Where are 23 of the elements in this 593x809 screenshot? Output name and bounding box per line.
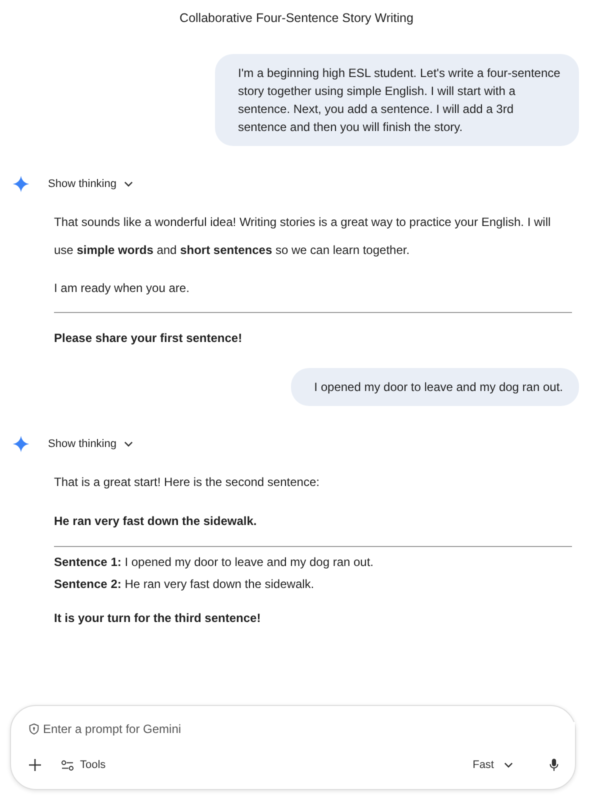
response-paragraph: That is a great start! Here is the second sentence: — [54, 474, 320, 491]
shield-icon — [29, 723, 39, 735]
show-thinking-button[interactable]: Show thinking — [48, 178, 132, 190]
response-paragraph: That sounds like a wonderful idea! Writing stories is a great way to practice your English. I will use simple words and short sentences so we can learn together. — [54, 214, 552, 259]
response-paragraph: He ran very fast down the sidewalk. — [54, 513, 258, 530]
chat-title: Collaborative Four-Sentence Story Writing — [178, 10, 414, 27]
response-paragraph: Please share your first sentence! — [54, 330, 244, 347]
response-paragraph: Sentence 2: He ran very fast down the sidewalk. — [54, 576, 316, 593]
mode-dropdown[interactable]: Fast — [472, 759, 513, 771]
user-message: I opened my door to leave and my dog ran out. — [291, 368, 579, 406]
sparkle-icon — [12, 435, 30, 453]
prompt-input[interactable]: Enter a prompt for Gemini — [43, 722, 575, 736]
response-paragraph: Sentence 1: I opened my door to leave and my dog ran out. — [54, 554, 375, 571]
chevron-icon — [504, 762, 513, 768]
user-message: I'm a beginning high ESL student. Let's write a four-sentence story together using simple English. I will start with a sentence. Next, you add a sentence. I will add a 3rd sentence and then you will finish the story. — [215, 54, 579, 146]
response-paragraph: It is your turn for the third sentence! — [54, 610, 262, 627]
response-paragraph: I am ready when you are. — [54, 280, 190, 297]
sparkle-icon — [12, 175, 30, 193]
microphone-button[interactable] — [547, 756, 561, 774]
tools-button[interactable]: Tools — [61, 759, 106, 771]
show-thinking-button[interactable]: Show thinking — [48, 438, 132, 450]
add-button[interactable] — [27, 757, 43, 773]
sliders-icon — [61, 760, 74, 770]
